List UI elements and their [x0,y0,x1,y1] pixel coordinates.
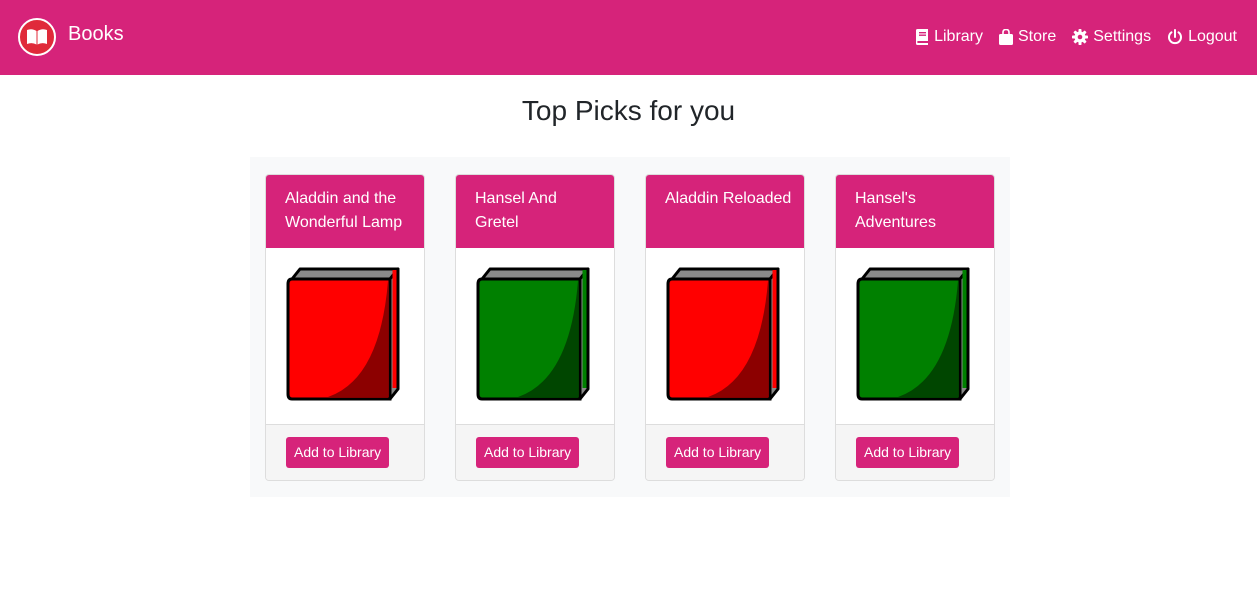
book-card: Aladdin Reloaded Add to Library [645,174,805,481]
top-picks-shelf: Aladdin and the Wonderful Lamp Add to Li… [250,157,1010,497]
book-card-footer: Add to Library [266,425,424,480]
nav-links: Library Store Settings Logout [899,26,1237,48]
nav-store-label: Store [1018,28,1057,45]
book-title: Aladdin Reloaded [646,175,804,248]
book-title: Hansel And Gretel [456,175,614,248]
book-cover-icon [286,267,400,401]
nav-settings-label: Settings [1093,28,1152,45]
book-cover [456,248,614,425]
book-card: Aladdin and the Wonderful Lamp Add to Li… [265,174,425,481]
nav-logout-label: Logout [1188,28,1237,45]
book-card-footer: Add to Library [836,425,994,480]
open-book-logo-icon [18,18,56,56]
book-cover-icon [666,267,780,401]
nav-library-link[interactable]: Library [915,26,983,48]
nav-store-link[interactable]: Store [999,26,1056,48]
gear-icon [1072,29,1089,45]
top-navbar: Books Library Store Settings Logout [0,0,1257,75]
add-to-library-button[interactable]: Add to Library [286,437,390,468]
book-cover [646,248,804,425]
book-cover [266,248,424,425]
book-cover-icon [476,267,590,401]
brand[interactable]: Books [18,16,124,58]
add-to-library-button[interactable]: Add to Library [476,437,580,468]
add-to-library-button[interactable]: Add to Library [666,437,770,468]
book-cover [836,248,994,425]
book-title: Aladdin and the Wonderful Lamp [266,175,424,248]
nav-logout-link[interactable]: Logout [1167,26,1237,48]
shopping-bag-icon [999,29,1013,45]
book-card: Hansel's Adventures Add to Library [835,174,995,481]
book-icon [916,29,929,45]
add-to-library-button[interactable]: Add to Library [856,437,960,468]
book-card: Hansel And Gretel Add to Library [455,174,615,481]
nav-settings-link[interactable]: Settings [1072,26,1151,48]
book-title: Hansel's Adventures [836,175,994,248]
brand-name: Books [68,23,124,45]
power-icon [1168,29,1183,45]
book-cover-icon [856,267,970,401]
book-card-footer: Add to Library [456,425,614,480]
page-title: Top Picks for you [521,95,736,126]
book-card-footer: Add to Library [646,425,804,480]
nav-library-label: Library [934,28,983,45]
